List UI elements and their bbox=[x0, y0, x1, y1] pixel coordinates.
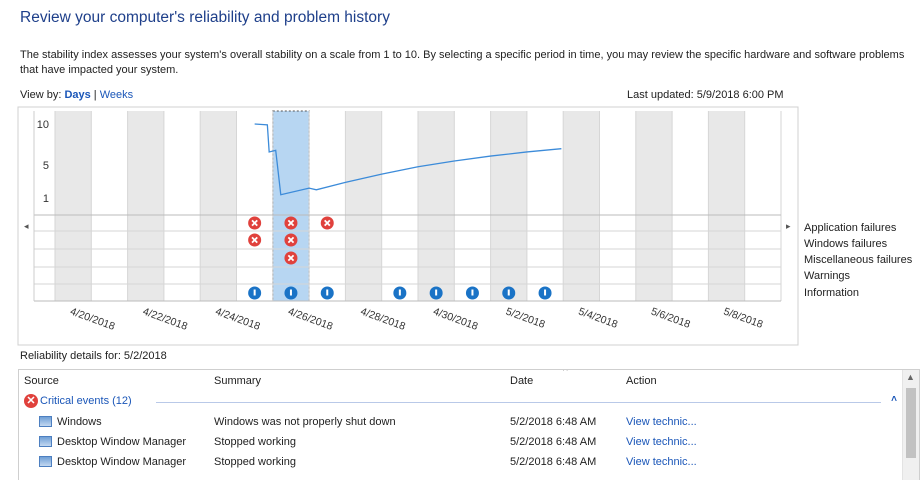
information-event-icon[interactable] bbox=[320, 286, 334, 300]
row-label-warnings: Warnings bbox=[804, 270, 851, 282]
y-tick-label: 10 bbox=[37, 119, 49, 131]
collapse-chevron-icon[interactable]: ˄ bbox=[891, 394, 897, 405]
column-header-summary[interactable]: Summary bbox=[214, 375, 261, 387]
day-column bbox=[708, 111, 745, 301]
row-label-application-failures: Application failures bbox=[804, 222, 897, 234]
day-column bbox=[490, 111, 527, 301]
information-event-icon[interactable] bbox=[502, 286, 516, 300]
view-by: View by: Days | Weeks bbox=[20, 89, 133, 101]
row-source: Windows bbox=[57, 416, 102, 428]
critical-event-icon[interactable] bbox=[248, 216, 262, 230]
information-event-icon[interactable] bbox=[393, 286, 407, 300]
row-source: Desktop Window Manager bbox=[57, 456, 187, 468]
column-header-action[interactable]: Action bbox=[626, 375, 657, 387]
column-header-source[interactable]: Source bbox=[24, 375, 59, 387]
scroll-left-icon[interactable]: ◂ bbox=[24, 221, 29, 231]
row-source: Desktop Window Manager bbox=[57, 436, 187, 448]
row-label-windows-failures: Windows failures bbox=[804, 238, 888, 250]
row-summary: Stopped working bbox=[214, 436, 296, 448]
critical-event-icon[interactable] bbox=[284, 233, 298, 247]
day-column bbox=[563, 111, 600, 301]
row-label-information: Information bbox=[804, 287, 860, 299]
day-column bbox=[127, 111, 164, 301]
window-app-icon bbox=[39, 416, 52, 427]
critical-events-group[interactable]: ✕ Critical events (12) ˄ bbox=[24, 394, 901, 410]
column-header-date[interactable]: Date bbox=[510, 375, 533, 387]
scrollbar-thumb[interactable] bbox=[906, 388, 916, 458]
row-date: 5/2/2018 6:48 AM bbox=[510, 416, 597, 428]
view-weeks-link[interactable]: Weeks bbox=[100, 89, 133, 101]
critical-event-icon[interactable] bbox=[284, 216, 298, 230]
window-app-icon bbox=[39, 436, 52, 447]
reliability-chart[interactable]: 10514/20/2018 4/22/2018 4/24/2018 4/26/2018… bbox=[0, 105, 922, 347]
page-title: Review your computer's reliability and p… bbox=[20, 9, 390, 26]
critical-events-label[interactable]: Critical events (12) bbox=[40, 395, 132, 407]
day-column bbox=[635, 111, 673, 301]
y-tick-label: 1 bbox=[43, 193, 49, 205]
selected-day-column bbox=[272, 110, 310, 302]
details-table: Source Summary Date Action ^ ✕ Critical … bbox=[18, 369, 920, 480]
view-technical-details-link[interactable]: View technic... bbox=[626, 456, 697, 468]
information-event-icon[interactable] bbox=[248, 286, 262, 300]
last-updated: Last updated: 5/9/2018 6:00 PM bbox=[627, 89, 784, 101]
critical-event-icon[interactable] bbox=[248, 233, 262, 247]
information-event-icon[interactable] bbox=[429, 286, 443, 300]
view-separator: | bbox=[93, 89, 97, 101]
day-column bbox=[55, 111, 92, 301]
day-column bbox=[345, 111, 382, 301]
critical-event-icon[interactable] bbox=[284, 251, 298, 265]
table-row[interactable]: Windows Windows was not properly shut do… bbox=[19, 412, 901, 432]
table-row[interactable]: Desktop Window Manager Stopped working 5… bbox=[19, 452, 901, 472]
day-column bbox=[200, 111, 237, 301]
table-row[interactable]: Desktop Window Manager Stopped working 5… bbox=[19, 432, 901, 452]
page-description: The stability index assesses your system… bbox=[20, 49, 905, 76]
scroll-up-arrow-icon[interactable]: ▲ bbox=[906, 372, 915, 382]
information-event-icon[interactable] bbox=[465, 286, 479, 300]
row-summary: Windows was not properly shut down bbox=[214, 416, 396, 428]
information-event-icon[interactable] bbox=[284, 286, 298, 300]
day-column bbox=[418, 111, 455, 301]
view-technical-details-link[interactable]: View technic... bbox=[626, 416, 697, 428]
row-date: 5/2/2018 6:48 AM bbox=[510, 436, 597, 448]
view-by-label: View by: bbox=[20, 89, 62, 101]
view-days-link[interactable]: Days bbox=[64, 89, 90, 101]
details-label: Reliability details for: 5/2/2018 bbox=[20, 350, 167, 362]
sort-indicator: ^ bbox=[563, 369, 568, 377]
vertical-scrollbar[interactable]: ▲ bbox=[902, 370, 919, 480]
critical-event-icon[interactable] bbox=[320, 216, 334, 230]
row-summary: Stopped working bbox=[214, 456, 296, 468]
information-event-icon[interactable] bbox=[538, 286, 552, 300]
scroll-right-icon[interactable]: ▸ bbox=[786, 221, 791, 231]
critical-icon: ✕ bbox=[24, 394, 38, 408]
group-divider bbox=[156, 402, 881, 403]
window-app-icon bbox=[39, 456, 52, 467]
row-date: 5/2/2018 6:48 AM bbox=[510, 456, 597, 468]
y-tick-label: 5 bbox=[43, 160, 49, 172]
row-label-miscellaneous-failures: Miscellaneous failures bbox=[804, 254, 913, 266]
view-technical-details-link[interactable]: View technic... bbox=[626, 436, 697, 448]
